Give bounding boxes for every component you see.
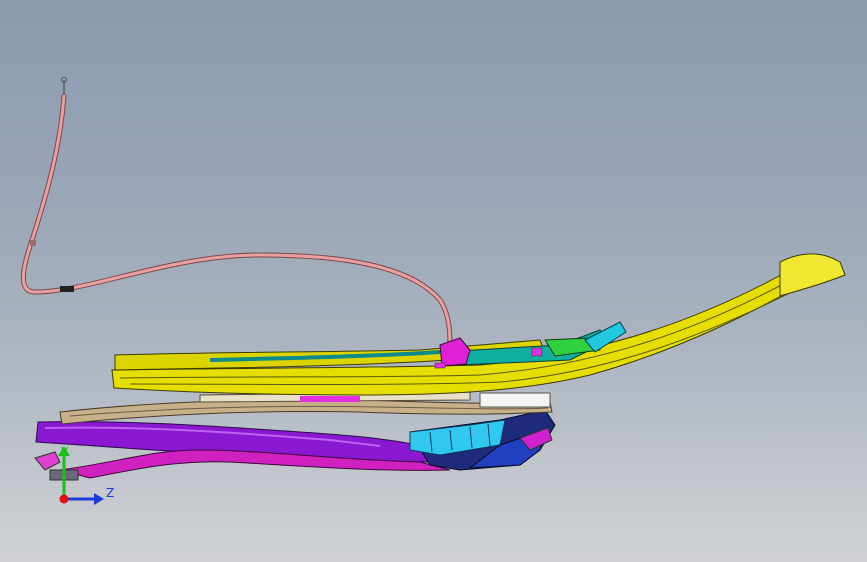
- yellow-rail-body[interactable]: [111, 257, 831, 396]
- coordinate-triad: Y Z: [58, 445, 114, 505]
- cad-viewport[interactable]: Y Z: [0, 0, 867, 562]
- tan-rail-assembly[interactable]: [59, 391, 553, 425]
- cable-connector: [30, 240, 36, 246]
- yellow-main-rail[interactable]: [111, 253, 846, 396]
- z-axis-label: Z: [106, 486, 114, 500]
- cad-model-view[interactable]: [0, 0, 867, 562]
- white-block: [479, 392, 551, 408]
- motor-housing[interactable]: [409, 409, 556, 471]
- cable-clip: [60, 286, 74, 292]
- y-axis-label: Y: [60, 445, 69, 459]
- z-axis-arrow: [94, 493, 104, 505]
- cable-wire[interactable]: [21, 94, 452, 347]
- x-axis-dot: [59, 494, 69, 504]
- cable-harness[interactable]: [20, 77, 453, 348]
- magenta-strip: [300, 396, 360, 402]
- yellow-rail-tip[interactable]: [779, 253, 846, 297]
